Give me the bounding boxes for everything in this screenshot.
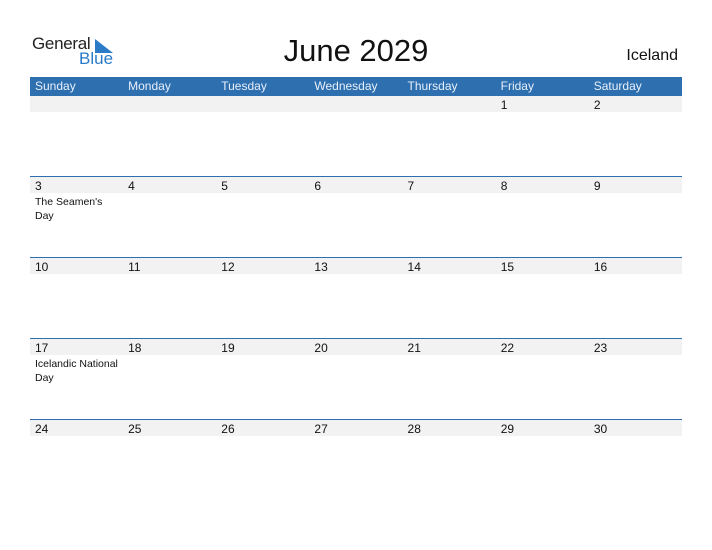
day-cell[interactable]: [216, 96, 309, 177]
week-row: 24 25 26 27 28 29 30: [30, 419, 682, 500]
day-cell[interactable]: 11: [123, 258, 216, 339]
holiday-label: Icelandic National Day: [35, 358, 118, 384]
day-cell[interactable]: 24: [30, 420, 123, 501]
day-cell[interactable]: 28: [403, 420, 496, 501]
day-cell[interactable]: 5: [216, 177, 309, 258]
week-row: 10 11 12 13 14 15 16: [30, 257, 682, 338]
day-cell[interactable]: 6: [309, 177, 402, 258]
day-cell[interactable]: [30, 96, 123, 177]
day-cell[interactable]: 27: [309, 420, 402, 501]
day-cell[interactable]: 3 The Seamen's Day: [30, 177, 123, 258]
day-cell[interactable]: 13: [309, 258, 402, 339]
day-number: 16: [593, 260, 608, 274]
weekday-saturday: Saturday: [593, 79, 642, 93]
day-number: 23: [593, 341, 608, 355]
calendar-title: June 2029: [283, 33, 429, 68]
day-number: 18: [128, 341, 142, 355]
day-number: 4: [128, 179, 135, 193]
week-row: 12: [30, 96, 682, 177]
day-cell[interactable]: 21: [403, 339, 496, 420]
day-number: 20: [314, 341, 328, 355]
day-cell[interactable]: 22: [496, 339, 589, 420]
day-cell[interactable]: 17 Icelandic National Day: [30, 339, 123, 420]
day-cell[interactable]: 23: [589, 339, 682, 420]
day-number: 1: [500, 98, 508, 112]
day-number: 15: [500, 260, 515, 274]
day-number: 3: [35, 179, 42, 193]
day-cell[interactable]: [403, 96, 496, 177]
day-number: 30: [593, 422, 608, 436]
day-cell[interactable]: 9: [589, 177, 682, 258]
weekday-tuesday: Tuesday: [221, 79, 267, 93]
day-cell[interactable]: 4: [123, 177, 216, 258]
day-number: 14: [407, 260, 421, 274]
day-number: 29: [500, 422, 515, 436]
day-number: 11: [128, 260, 141, 274]
day-number: 26: [221, 422, 235, 436]
day-number: 28: [407, 422, 421, 436]
day-cell[interactable]: 1: [496, 96, 589, 177]
week-row: 3 The Seamen's Day 4 5 6 7 8 9: [30, 176, 682, 257]
day-number: 22: [500, 341, 515, 355]
day-cell[interactable]: 25: [123, 420, 216, 501]
weekday-header: Sunday Monday Tuesday Wednesday Thursday…: [30, 77, 682, 96]
day-number: 8: [500, 179, 508, 193]
day-number: 19: [221, 341, 235, 355]
day-number: 9: [593, 179, 601, 193]
day-cell[interactable]: 19: [216, 339, 309, 420]
weekday-monday: Monday: [128, 79, 171, 93]
day-cell[interactable]: 20: [309, 339, 402, 420]
week-row: 17 Icelandic National Day 18 19 20 21 22 23: [30, 338, 682, 419]
day-cell[interactable]: 10: [30, 258, 123, 339]
day-number: 25: [128, 422, 142, 436]
day-cell[interactable]: 29: [496, 420, 589, 501]
weekday-sunday: Sunday: [35, 79, 76, 93]
day-number: 13: [314, 260, 328, 274]
day-number: 21: [407, 341, 421, 355]
day-number: 6: [314, 179, 322, 193]
weekday-wednesday: Wednesday: [314, 79, 378, 93]
day-number: 5: [221, 179, 228, 193]
day-cell[interactable]: 18: [123, 339, 216, 420]
day-cell[interactable]: 12: [216, 258, 309, 339]
day-number: 7: [407, 179, 415, 193]
day-cell[interactable]: 2: [589, 96, 682, 177]
day-number: 17: [35, 341, 49, 355]
day-cell[interactable]: 26: [216, 420, 309, 501]
day-cell[interactable]: [123, 96, 216, 177]
country-label: Iceland: [626, 47, 678, 64]
day-cell[interactable]: 15: [496, 258, 589, 339]
day-cell[interactable]: 30: [589, 420, 682, 501]
day-cell[interactable]: 16: [589, 258, 682, 339]
day-cell[interactable]: [309, 96, 402, 177]
weekday-thursday: Thursday: [407, 79, 458, 93]
day-cell[interactable]: 14: [403, 258, 496, 339]
day-number: 27: [314, 422, 328, 436]
day-cell[interactable]: 8: [496, 177, 589, 258]
holiday-label: The Seamen's Day: [35, 196, 103, 222]
day-number: 2: [593, 98, 601, 112]
weekday-friday: Friday: [500, 79, 534, 93]
day-number: 10: [35, 260, 49, 274]
day-number: 24: [35, 422, 49, 436]
day-cell[interactable]: 7: [403, 177, 496, 258]
day-number: 12: [221, 260, 235, 274]
